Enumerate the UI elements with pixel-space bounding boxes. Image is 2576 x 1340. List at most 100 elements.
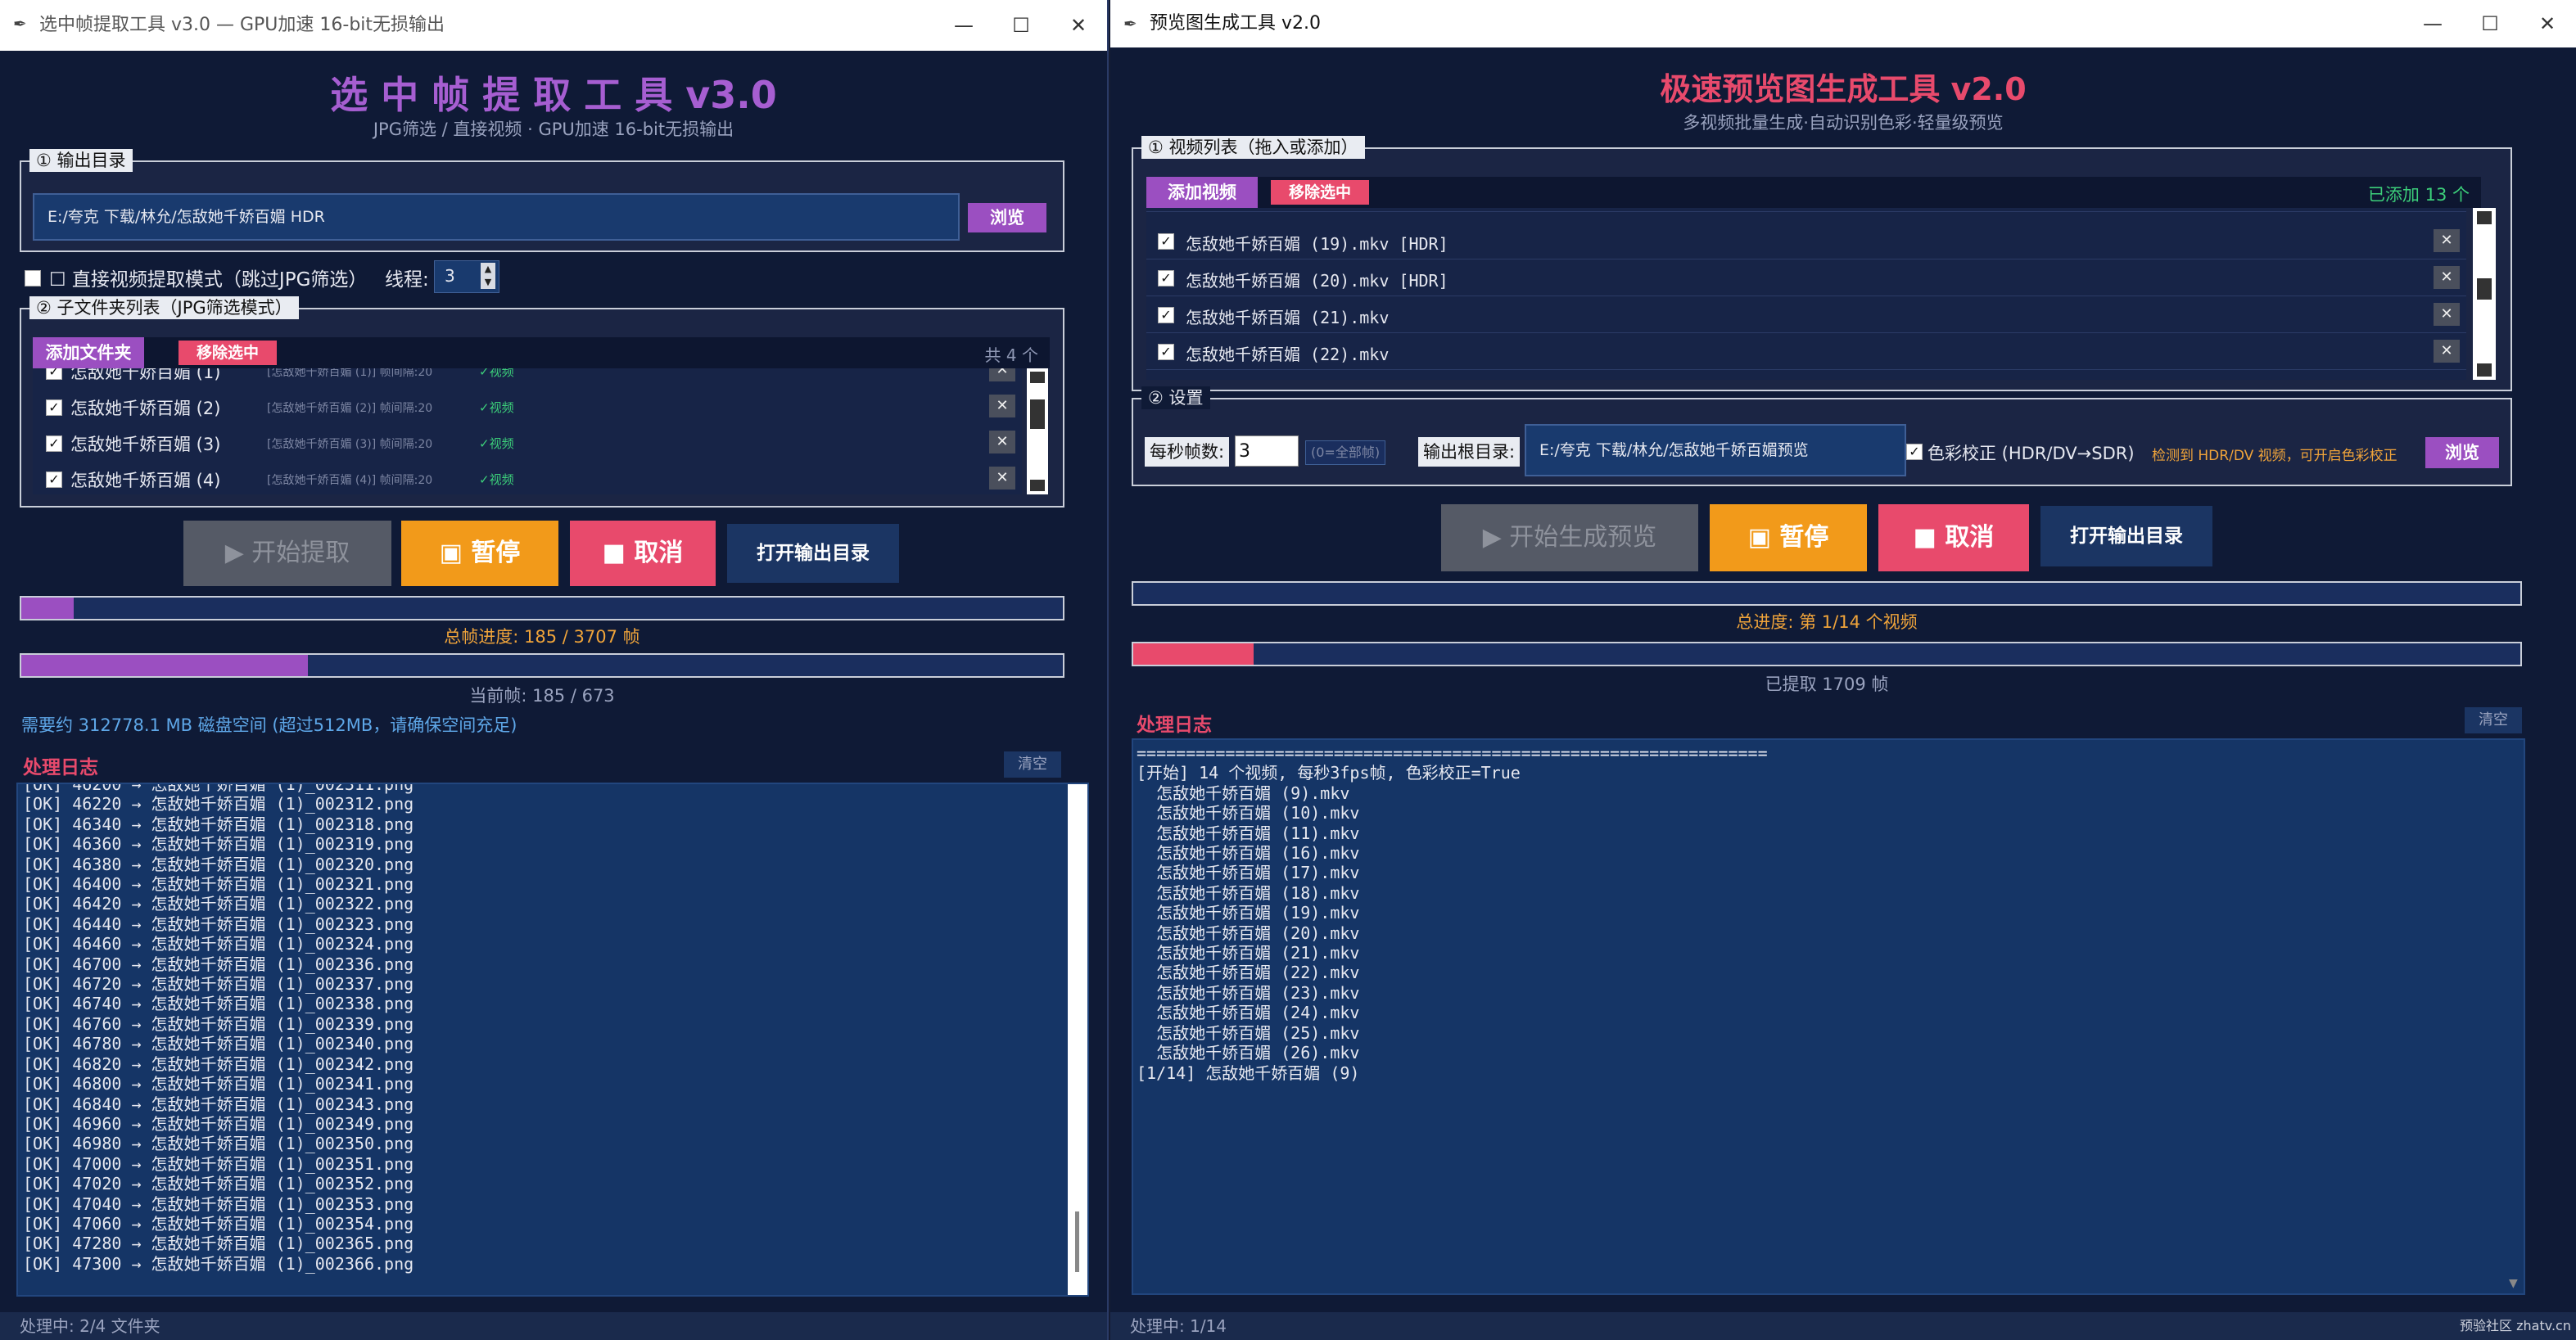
log-scrollbar[interactable]: ▼ <box>2506 740 2524 1293</box>
log-scrollbar[interactable] <box>1068 784 1087 1295</box>
folder-name: 怎敌她千娇百媚 (3) <box>70 435 221 454</box>
maximize-button[interactable]: ☐ <box>992 0 1050 51</box>
list-item[interactable]: ✓ 怎敌她千娇百媚 (21).mkv ✕ <box>1146 296 2466 333</box>
app-header-title: 极速预览图生成工具 v2.0 <box>1660 71 2027 107</box>
remove-row-icon[interactable]: ✕ <box>2434 303 2460 326</box>
log-line: 怎敌她千娇百媚 (24).mkv <box>1137 1003 1360 1023</box>
frame-extractor-window: ✒ 选中帧提取工具 v3.0 — GPU加速 16-bit无损输出 — ☐ ✕ … <box>0 0 1109 1340</box>
cancel-label: 取消 <box>1945 523 1995 552</box>
row-checkbox[interactable]: ✓ <box>46 399 62 416</box>
video-name: 怎敌她千娇百媚 (22).mkv <box>1186 345 1390 364</box>
add-video-button[interactable]: 添加视频 <box>1146 177 1258 208</box>
log-line: 怎敌她千娇百媚 (10).mkv <box>1137 803 1360 823</box>
list-item[interactable]: ✓ 怎敌她千娇百媚 (22).mkv ✕ <box>1146 333 2466 370</box>
log-line: [OK] 46400 → 怎敌她千娇百媚 (1)_002321.png <box>23 874 414 895</box>
add-folder-button[interactable]: 添加文件夹 <box>33 337 144 368</box>
start-generate-button[interactable]: ▶ 开始生成预览 <box>1441 504 1698 571</box>
list-item[interactable]: ✓ 怎敌她千娇百媚 (2) [怎敌她千娇百媚 (2)] 帧间隔:20 ✓视频 ✕ <box>33 388 1022 425</box>
folder-name: 怎敌她千娇百媚 (4) <box>70 471 221 490</box>
cancel-button[interactable]: ■ 取消 <box>570 521 716 586</box>
log-line: 怎敌她千娇百媚 (16).mkv <box>1137 843 1360 864</box>
video-toolbar: 添加视频 移除选中 已添加 13 个 <box>1146 177 2481 208</box>
stop-icon: ■ <box>602 539 635 567</box>
open-output-button[interactable]: 打开输出目录 <box>2040 506 2212 566</box>
video-name: 怎敌她千娇百媚 (21).mkv <box>1186 308 1390 327</box>
row-checkbox[interactable]: ✓ <box>1158 307 1174 323</box>
extracted-label: 已提取 1709 帧 <box>1765 675 1889 694</box>
scroll-thumb[interactable] <box>1030 399 1045 429</box>
log-line: [OK] 46460 → 怎敌她千娇百媚 (1)_002324.png <box>23 934 414 954</box>
browse-button[interactable]: 浏览 <box>968 203 1046 232</box>
maximize-button[interactable]: ☐ <box>2461 0 2519 47</box>
remove-row-icon[interactable]: ✕ <box>989 431 1015 453</box>
minimize-button[interactable]: — <box>2404 0 2461 47</box>
color-correct-checkbox[interactable]: ✓ <box>1906 444 1923 460</box>
fps-input[interactable]: 3 <box>1235 435 1299 467</box>
scroll-up-icon[interactable] <box>2477 211 2492 224</box>
log-line: [OK] 46360 → 怎敌她千娇百媚 (1)_002319.png <box>23 834 414 855</box>
start-extract-button[interactable]: ▶ 开始提取 <box>183 521 391 586</box>
spin-arrows-icon[interactable]: ▲ ▼ <box>481 263 495 289</box>
cancel-button[interactable]: ■ 取消 <box>1878 504 2029 571</box>
row-checkbox[interactable]: ✓ <box>1158 233 1174 250</box>
scroll-down-icon[interactable]: ▼ <box>2509 1277 2518 1290</box>
row-checkbox[interactable]: ✓ <box>46 368 62 380</box>
subfolder-scrollbar[interactable] <box>1027 368 1048 494</box>
clear-log-button[interactable]: 清空 <box>2465 707 2522 733</box>
close-button[interactable]: ✕ <box>2519 0 2576 47</box>
threads-value: 3 <box>445 266 455 286</box>
remove-row-icon[interactable]: ✕ <box>2434 229 2460 252</box>
row-checkbox[interactable]: ✓ <box>1158 270 1174 286</box>
minimize-button[interactable]: — <box>935 0 992 51</box>
extract-progress-fill <box>1133 643 1254 665</box>
list-item[interactable]: ✓ 怎敌她千娇百媚 (20).mkv [HDR] ✕ <box>1146 259 2466 296</box>
video-name: 怎敌她千娇百媚 (20).mkv [HDR] <box>1186 271 1448 291</box>
remove-row-icon[interactable]: ✕ <box>989 467 1015 490</box>
list-item[interactable]: ✓ 怎敌她千娇百媚 (4) [怎敌她千娇百媚 (4)] 帧间隔:20 ✓视频 ✕ <box>33 460 1022 494</box>
remove-selected-button[interactable]: 移除选中 <box>1271 180 1369 205</box>
log-scroll-thumb[interactable] <box>1075 1211 1079 1272</box>
list-item[interactable]: ✓ 怎敌她千娇百媚 (3) [怎敌她千娇百媚 (3)] 帧间隔:20 ✓视频 ✕ <box>33 424 1022 461</box>
output-path-field[interactable]: E:/夸克 下载/林允/怎敌她千娇百媚 HDR <box>33 193 960 241</box>
folder-detail: [怎敌她千娇百媚 (2)] 帧间隔:20 <box>267 402 433 415</box>
row-checkbox[interactable]: ✓ <box>46 471 62 488</box>
scroll-down-icon[interactable] <box>1030 480 1045 491</box>
log-line: [OK] 46960 → 怎敌她千娇百媚 (1)_002349.png <box>23 1113 414 1134</box>
list-item[interactable]: ✓ 怎敌她千娇百媚 (1) [怎敌她千娇百媚 (1)] 帧间隔:20 ✓视频 ✕ <box>33 368 1022 389</box>
direct-mode-checkbox[interactable] <box>25 270 41 286</box>
pause-button[interactable]: ▣ 暂停 <box>1710 504 1867 571</box>
clear-log-button[interactable]: 清空 <box>1004 751 1061 778</box>
open-output-button[interactable]: 打开输出目录 <box>727 524 899 583</box>
log-line: 怎敌她千娇百媚 (19).mkv <box>1137 903 1360 923</box>
row-checkbox[interactable]: ✓ <box>1158 344 1174 360</box>
remove-row-icon[interactable]: ✕ <box>989 368 1015 381</box>
scroll-thumb[interactable] <box>2477 278 2492 300</box>
log-lines: [OK] 46200 → 怎敌她千娇百媚 (1)_002311.png [OK] … <box>23 783 414 1274</box>
window-title: 选中帧提取工具 v3.0 — GPU加速 16-bit无损输出 <box>39 15 445 35</box>
video-list-scrollbar[interactable] <box>2473 208 2496 380</box>
scroll-up-icon[interactable] <box>1030 372 1045 383</box>
remove-selected-button[interactable]: 移除选中 <box>179 341 277 365</box>
close-button[interactable]: ✕ <box>1050 0 1107 51</box>
remove-row-icon[interactable]: ✕ <box>2434 266 2460 289</box>
log-line: [OK] 47280 → 怎敌她千娇百媚 (1)_002365.png <box>23 1234 414 1254</box>
row-checkbox[interactable]: ✓ <box>46 435 62 452</box>
subfolder-group: ② 子文件夹列表（JPG筛选模式） 添加文件夹 移除选中 共 4 个 ✓ 怎敌她… <box>20 296 1064 508</box>
log-line: [OK] 46200 → 怎敌她千娇百媚 (1)_002311.png <box>23 783 414 794</box>
log-line: [开始] 14 个视频, 每秒3fps帧, 色彩校正=True <box>1137 763 1521 783</box>
threads-spinbox[interactable]: 3 ▲ ▼ <box>434 260 499 293</box>
remove-row-icon[interactable]: ✕ <box>2434 340 2460 363</box>
list-item[interactable]: ✓ 怎敌她千娇百媚 (19).mkv [HDR] ✕ <box>1146 223 2466 259</box>
list-item <box>1146 208 2466 212</box>
remove-row-icon[interactable]: ✕ <box>989 395 1015 417</box>
log-line: [OK] 46440 → 怎敌她千娇百媚 (1)_002323.png <box>23 914 414 934</box>
subfolder-list: ✓ 怎敌她千娇百媚 (1) [怎敌她千娇百媚 (1)] 帧间隔:20 ✓视频 ✕… <box>33 368 1022 494</box>
cancel-label: 取消 <box>634 539 684 567</box>
log-line: 怎敌她千娇百媚 (23).mkv <box>1137 982 1360 1003</box>
folder-count: 共 4 个 <box>984 345 1038 365</box>
pause-button[interactable]: ▣ 暂停 <box>401 521 558 586</box>
browse-button[interactable]: 浏览 <box>2425 437 2499 468</box>
pause-label: 暂停 <box>1779 523 1829 552</box>
scroll-down-icon[interactable] <box>2477 363 2492 377</box>
output-root-path[interactable]: E:/夸克 下载/林允/怎敌她千娇百媚预览 <box>1525 424 1906 476</box>
